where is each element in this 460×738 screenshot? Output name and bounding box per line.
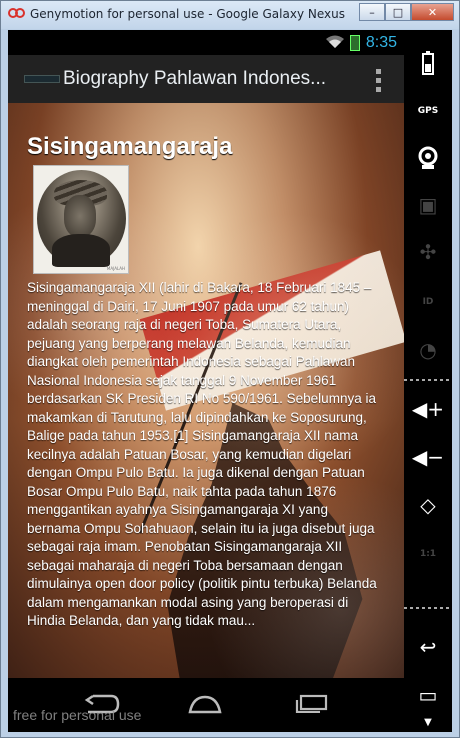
- portrait-caption: MAJALAH: [106, 266, 125, 271]
- rotate-icon[interactable]: ◇: [411, 488, 445, 522]
- status-time: 8:35: [365, 34, 397, 51]
- genymotion-sidebar: GPS ▣ ✣ ID ◔ ◀+ ◀− ◇ 1:1 ↩ ▭ ▼: [404, 30, 452, 732]
- window-title: Genymotion for personal use - Google Gal…: [30, 7, 346, 21]
- personal-use-watermark: free for personal use: [13, 707, 142, 723]
- window-controls: – □ ✕: [359, 3, 454, 21]
- portrait-coat: [52, 234, 110, 267]
- hero-portrait: MAJALAH: [33, 165, 129, 274]
- cast-icon[interactable]: ◔: [411, 333, 445, 367]
- status-bar: 8:35: [8, 30, 404, 55]
- battery-charging-icon: [350, 35, 360, 51]
- android-navigation-bar: [8, 678, 404, 732]
- id-icon[interactable]: ID: [411, 285, 445, 319]
- window-titlebar[interactable]: Genymotion for personal use - Google Gal…: [1, 1, 459, 29]
- back-icon[interactable]: ↩: [411, 630, 445, 664]
- volume-up-icon[interactable]: ◀+: [411, 392, 445, 426]
- clapper-icon[interactable]: ▣: [411, 188, 445, 222]
- menu-arrow-icon[interactable]: ▼: [411, 710, 445, 734]
- recent-apps-icon[interactable]: [294, 693, 330, 713]
- genymotion-window: Genymotion for personal use - Google Gal…: [0, 0, 460, 738]
- dpad-icon[interactable]: ✣: [411, 235, 445, 269]
- gps-label: GPS: [417, 106, 439, 116]
- volume-down-icon[interactable]: ◀−: [411, 440, 445, 474]
- app-icon: [24, 75, 60, 83]
- article-title: Sisingamangaraja: [27, 133, 233, 160]
- scale-label: 1:1: [419, 549, 437, 559]
- home-nav-icon[interactable]: [185, 693, 225, 715]
- recent-icon[interactable]: ▭: [411, 678, 445, 712]
- scale-icon[interactable]: 1:1: [411, 537, 445, 571]
- close-button[interactable]: ✕: [411, 3, 454, 21]
- maximize-button[interactable]: □: [385, 3, 411, 21]
- gps-icon[interactable]: GPS: [411, 94, 445, 128]
- minimize-button[interactable]: –: [359, 3, 385, 21]
- genymotion-logo: [8, 8, 26, 20]
- sidebar-divider-top: [404, 379, 452, 381]
- camera-icon[interactable]: [411, 142, 445, 176]
- overflow-menu-button[interactable]: [374, 69, 382, 92]
- app-title: Biography Pahlawan Indones...: [63, 68, 327, 89]
- wifi-icon: [326, 35, 344, 48]
- android-screen: 8:35 Biography Pahlawan Indones... Sisin…: [8, 30, 404, 732]
- battery-icon[interactable]: [411, 47, 445, 81]
- portrait-face: [64, 195, 96, 237]
- article-scroll-area[interactable]: Sisingamangaraja MAJALAH Sisingamangaraj…: [8, 103, 404, 678]
- id-label: ID: [422, 297, 434, 307]
- sidebar-divider-bottom: [404, 607, 452, 609]
- action-bar: Biography Pahlawan Indones...: [8, 55, 404, 103]
- article-body: Sisingamangaraja XII (lahir di Bakara, 1…: [27, 280, 377, 628]
